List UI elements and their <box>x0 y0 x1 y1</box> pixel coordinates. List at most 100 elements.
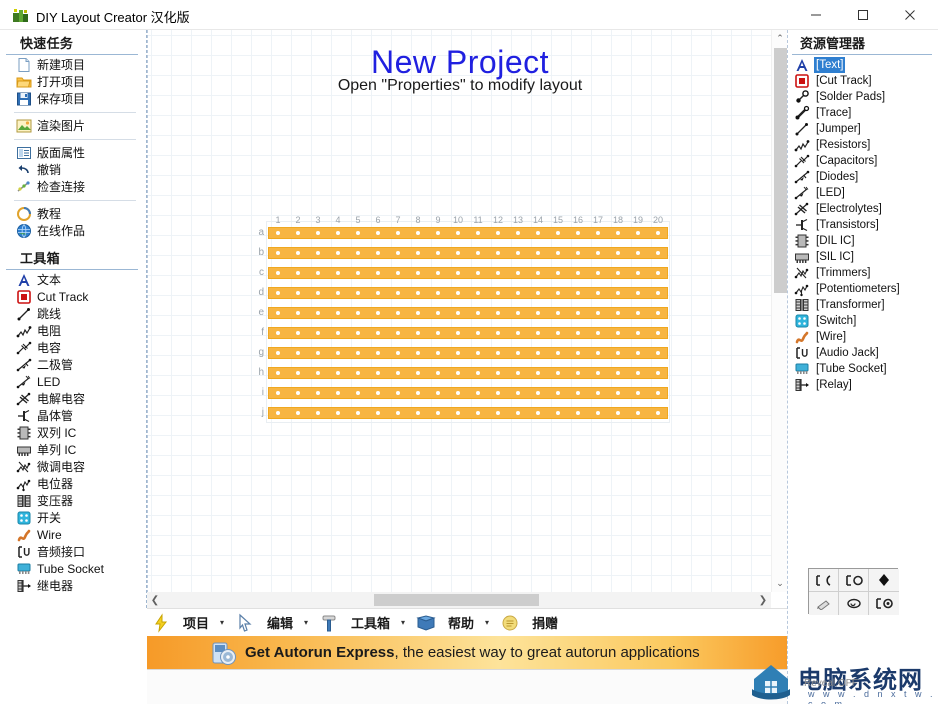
solder-pad[interactable] <box>396 271 400 275</box>
solder-pad[interactable] <box>596 391 600 395</box>
solder-pad[interactable] <box>396 231 400 235</box>
solder-pad[interactable] <box>356 251 360 255</box>
canvas-vertical-scrollbar[interactable]: ⌃ ⌄ <box>771 30 787 592</box>
solder-pad[interactable] <box>396 351 400 355</box>
solder-pad[interactable] <box>556 291 560 295</box>
solder-pad[interactable] <box>296 271 300 275</box>
solder-pad[interactable] <box>616 271 620 275</box>
resource-item-diode[interactable]: [Diodes] <box>788 169 938 185</box>
copper-strip[interactable] <box>268 307 668 319</box>
toolbox-item-transformer[interactable]: 变压器 <box>0 493 146 509</box>
solder-pad[interactable] <box>476 411 480 415</box>
copper-strip[interactable] <box>268 407 668 419</box>
solder-pad[interactable] <box>656 331 660 335</box>
solder-pad[interactable] <box>616 411 620 415</box>
solder-pad[interactable] <box>556 371 560 375</box>
solder-pad[interactable] <box>516 271 520 275</box>
solder-pad[interactable] <box>436 291 440 295</box>
copper-strip[interactable] <box>268 287 668 299</box>
solder-pad[interactable] <box>416 251 420 255</box>
solder-pad[interactable] <box>336 331 340 335</box>
solder-pad[interactable] <box>556 391 560 395</box>
toolbox-item-trimmer[interactable]: 微调电容 <box>0 459 146 475</box>
solder-pad[interactable] <box>556 231 560 235</box>
solder-pad[interactable] <box>576 411 580 415</box>
solder-pad[interactable] <box>456 351 460 355</box>
canvas-area[interactable]: New Project Open "Properties" to modify … <box>147 30 787 608</box>
solder-pad[interactable] <box>656 311 660 315</box>
solder-pad[interactable] <box>636 231 640 235</box>
solder-pad[interactable] <box>396 391 400 395</box>
solder-pad[interactable] <box>496 271 500 275</box>
toolbox-item-switch[interactable]: 开关 <box>0 510 146 526</box>
toolbox-item-dil-ic[interactable]: 双列 IC <box>0 425 146 441</box>
solder-pad[interactable] <box>556 311 560 315</box>
solder-pad[interactable] <box>376 411 380 415</box>
solder-pad[interactable] <box>336 371 340 375</box>
toolbox-item-relay[interactable]: 继电器 <box>0 578 146 594</box>
solder-pad[interactable] <box>536 291 540 295</box>
resource-item-jumper[interactable]: [Jumper] <box>788 121 938 137</box>
chevron-down-icon[interactable]: ▾ <box>482 609 492 637</box>
resource-item-relay[interactable]: [Relay] <box>788 377 938 393</box>
mini-tool-eraser[interactable] <box>809 592 839 615</box>
solder-pad[interactable] <box>596 291 600 295</box>
copper-strip[interactable] <box>268 387 668 399</box>
solder-pad[interactable] <box>476 231 480 235</box>
solder-pad[interactable] <box>436 351 440 355</box>
solder-pad[interactable] <box>596 251 600 255</box>
sidebar-item-tutorial[interactable]: 教程 <box>0 206 146 222</box>
sidebar-item-render-image[interactable]: 渲染图片 <box>0 118 146 134</box>
advertisement-banner[interactable]: Get Autorun Express, the easiest way to … <box>147 636 787 669</box>
solder-pad[interactable] <box>496 291 500 295</box>
solder-pad[interactable] <box>436 331 440 335</box>
resource-item-capacitor[interactable]: [Capacitors] <box>788 153 938 169</box>
solder-pad[interactable] <box>316 291 320 295</box>
solder-pad[interactable] <box>496 311 500 315</box>
solder-pad[interactable] <box>336 271 340 275</box>
resource-item-trace[interactable]: [Trace] <box>788 105 938 121</box>
solder-pad[interactable] <box>456 231 460 235</box>
mini-tool-diamond[interactable] <box>869 569 899 592</box>
solder-pad[interactable] <box>276 231 280 235</box>
solder-pad[interactable] <box>476 251 480 255</box>
solder-pad[interactable] <box>356 351 360 355</box>
resource-item-switch[interactable]: [Switch] <box>788 313 938 329</box>
solder-pad[interactable] <box>656 231 660 235</box>
resource-item-solder-pad[interactable]: [Solder Pads] <box>788 89 938 105</box>
resource-item-audio-jack[interactable]: [Audio Jack] <box>788 345 938 361</box>
solder-pad[interactable] <box>436 371 440 375</box>
resource-item-electrolytic-capacitor[interactable]: [Electrolytes] <box>788 201 938 217</box>
mini-tool-bracket-c[interactable] <box>809 569 839 592</box>
solder-pad[interactable] <box>576 291 580 295</box>
solder-pad[interactable] <box>636 271 640 275</box>
toolbox-item-capacitor[interactable]: 电容 <box>0 340 146 356</box>
toolbox-item-text-tool[interactable]: 文本 <box>0 272 146 288</box>
solder-pad[interactable] <box>416 331 420 335</box>
solder-pad[interactable] <box>516 291 520 295</box>
solder-pad[interactable] <box>576 351 580 355</box>
solder-pad[interactable] <box>516 351 520 355</box>
solder-pad[interactable] <box>276 291 280 295</box>
solder-pad[interactable] <box>656 391 660 395</box>
solder-pad[interactable] <box>296 251 300 255</box>
solder-pad[interactable] <box>296 391 300 395</box>
solder-pad[interactable] <box>576 391 580 395</box>
toolbox-item-audio-jack[interactable]: 音频接口 <box>0 544 146 560</box>
solder-pad[interactable] <box>496 371 500 375</box>
solder-pad[interactable] <box>636 251 640 255</box>
resource-item-cut-track[interactable]: [Cut Track] <box>788 73 938 89</box>
solder-pad[interactable] <box>456 251 460 255</box>
solder-pad[interactable] <box>516 311 520 315</box>
solder-pad[interactable] <box>356 331 360 335</box>
solder-pad[interactable] <box>376 351 380 355</box>
solder-pad[interactable] <box>436 251 440 255</box>
solder-pad[interactable] <box>596 371 600 375</box>
copper-strip[interactable] <box>268 347 668 359</box>
solder-pad[interactable] <box>276 351 280 355</box>
solder-pad[interactable] <box>276 271 280 275</box>
solder-pad[interactable] <box>616 231 620 235</box>
solder-pad[interactable] <box>456 411 460 415</box>
toolbox-item-wire[interactable]: Wire <box>0 527 146 543</box>
solder-pad[interactable] <box>336 411 340 415</box>
